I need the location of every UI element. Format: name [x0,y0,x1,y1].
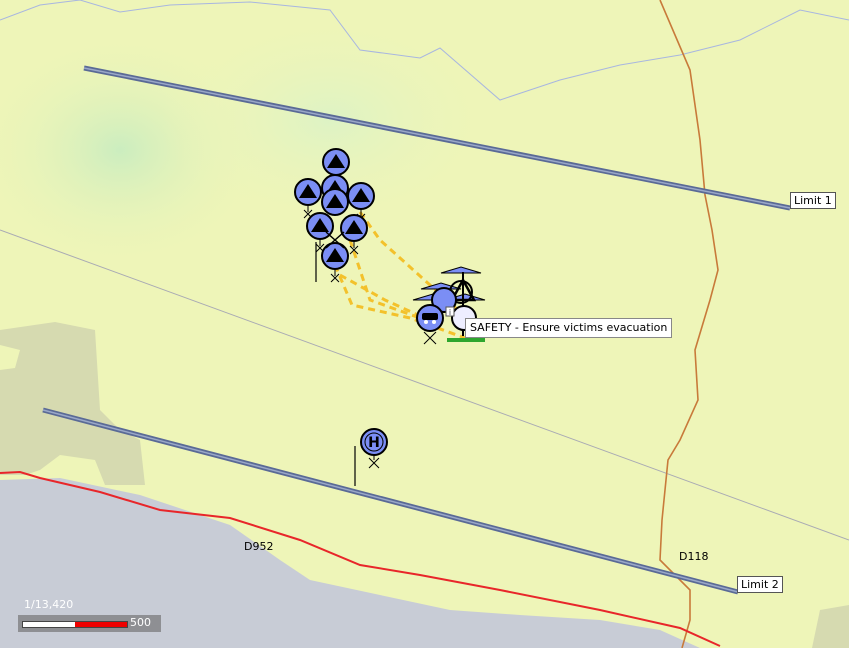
scale-bar [22,621,128,628]
svg-text:H: H [368,435,380,451]
scale-ratio: 1/13,420 [24,598,74,611]
limit-2-label[interactable]: Limit 2 [737,576,783,593]
progress-bar [447,338,485,342]
limit-1-label[interactable]: Limit 1 [790,192,836,209]
vehicle-icon [422,313,438,320]
safety-label[interactable]: SAFETY - Ensure victims evacuation [465,318,673,338]
road-d118-label: D118 [679,550,709,563]
scale-distance: 500 [130,616,151,629]
triangle-unit-icon[interactable] [321,188,349,216]
scale-bar-segment [75,622,127,627]
map-canvas[interactable]: i H [0,0,849,648]
scale-bar-panel: 500 [18,615,161,632]
svg-text:i: i [449,308,451,317]
road-d952-label: D952 [244,540,274,553]
map-view[interactable]: i H Limit 1 Limit 2 SAFETY - Ensure vict… [0,0,849,648]
